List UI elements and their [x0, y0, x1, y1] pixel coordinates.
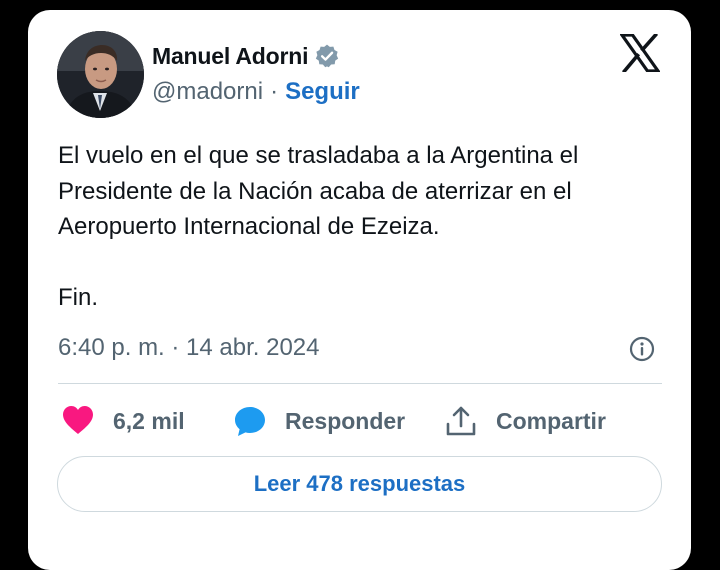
- tweet-timestamp[interactable]: 6:40 p. m. · 14 abr. 2024: [58, 332, 320, 364]
- follow-button[interactable]: Seguir: [285, 78, 360, 106]
- like-count: 6,2 mil: [113, 407, 185, 434]
- handle-row: @madorni · Seguir: [152, 75, 360, 109]
- avatar[interactable]: [57, 31, 144, 118]
- info-icon[interactable]: [629, 336, 655, 362]
- share-upload-icon: [444, 404, 478, 438]
- author-handle[interactable]: @madorni: [152, 78, 263, 106]
- read-replies-button[interactable]: Leer 478 respuestas: [57, 456, 662, 512]
- author-name-row: Manuel Adorni: [152, 39, 340, 73]
- reply-button[interactable]: Responder: [233, 403, 405, 439]
- verified-badge-icon: [314, 43, 340, 69]
- like-button[interactable]: 6,2 mil: [61, 403, 185, 439]
- x-logo-icon[interactable]: [618, 32, 662, 74]
- heart-icon: [61, 404, 95, 438]
- reply-bubble-icon: [233, 404, 267, 438]
- separator-dot: ·: [270, 78, 279, 105]
- share-label: Compartir: [496, 407, 606, 434]
- tweet-card: Manuel Adorni @madorni · Seguir El vuelo…: [28, 10, 691, 570]
- divider: [58, 383, 662, 384]
- share-button[interactable]: Compartir: [444, 403, 606, 439]
- reply-label: Responder: [285, 407, 406, 434]
- tweet-text: El vuelo en el que se trasladaba a la Ar…: [58, 142, 579, 311]
- author-name[interactable]: Manuel Adorni: [152, 43, 308, 70]
